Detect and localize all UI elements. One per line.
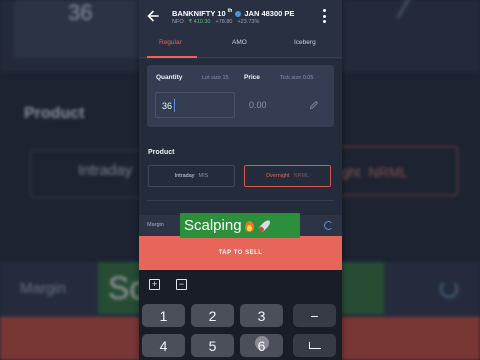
scalping-banner: Scalping [180,213,300,238]
product-heading: Product [148,149,175,156]
intraday-label: Intraday [174,173,195,179]
plus-square-icon[interactable]: + [149,279,160,290]
quantity-input[interactable]: 36 [155,92,235,118]
key-minus[interactable]: − [293,304,336,327]
instrument-contract: JAN 48300 PE [244,9,295,18]
intraday-code: MIS [198,173,209,179]
key-2[interactable]: 2 [191,304,234,327]
info-icon[interactable] [235,10,242,17]
key-enter[interactable] [293,334,336,357]
enter-icon [308,342,321,349]
change-percent: +23.73% [237,19,260,25]
product-intraday-button[interactable]: Intraday MIS [148,165,235,187]
quantity-value: 36 [162,101,173,111]
order-window: BANKNIFTY 10th JAN 48300 PE NFO ₹ 410.30… [139,0,342,360]
product-overnight-button[interactable]: Overnight NRML [244,165,331,187]
bg-refresh-icon [440,280,458,298]
touch-indicator [255,336,269,350]
section-divider [147,200,334,201]
active-tab-indicator [147,56,197,58]
key-5[interactable]: 5 [191,334,234,357]
sell-button[interactable]: TAP TO SELL [139,236,342,270]
bg-quantity-value: 36 [68,0,93,25]
ltp-value: ₹ 410.30 [188,19,211,25]
pencil-icon[interactable] [309,97,319,110]
text-cursor [174,99,175,112]
instrument-quote: NFO ₹ 410.30 +78.80 +23.73% [172,19,259,25]
more-options-icon[interactable] [323,9,327,23]
instrument-date-suffix: th [227,7,233,14]
bg-overnight-label: ight NRML [338,164,409,180]
lot-size-hint: Lot size 15 [202,75,229,81]
price-label: Price [244,74,260,81]
tab-regular[interactable]: Regular [159,39,182,46]
fire-icon [244,219,255,233]
quantity-label: Quantity [156,74,183,81]
bg-intraday-label: Intraday [78,162,133,179]
key-3[interactable]: 3 [240,304,283,327]
overnight-label: Overnight [265,173,290,179]
tab-iceberg[interactable]: Iceberg [294,39,316,46]
margin-label: Margin [147,222,164,228]
tab-amo[interactable]: AMO [232,39,247,46]
minus-square-icon[interactable]: − [176,279,187,290]
refresh-icon[interactable] [324,221,333,230]
numeric-keyboard: + − 1 2 3 − 4 5 6 [139,270,342,360]
overnight-code: NRML [293,173,310,179]
order-type-tabs: Regular AMO Iceberg [139,32,342,58]
rocket-icon [257,218,273,234]
change-value: +78.80 [215,19,233,25]
key-4[interactable]: 4 [142,334,185,357]
exchange-label: NFO [172,19,184,25]
instrument-title: BANKNIFTY 10th JAN 48300 PE [172,7,295,19]
sell-button-label: TAP TO SELL [218,250,263,256]
price-placeholder: 0.00 [249,100,267,110]
order-form: Quantity Lot size 15 Price Tick size 0.0… [139,59,342,215]
tick-size-hint: Tick size 0.05 [280,75,314,81]
banner-text: Scalping [184,217,242,234]
bg-product-heading: Product [24,105,85,122]
bg-margin-label: Margin [20,280,66,297]
back-arrow-icon[interactable] [146,9,160,23]
instrument-name: BANKNIFTY 10 [172,9,226,18]
key-1[interactable]: 1 [142,304,185,327]
order-header: BANKNIFTY 10th JAN 48300 PE NFO ₹ 410.30… [139,0,342,32]
